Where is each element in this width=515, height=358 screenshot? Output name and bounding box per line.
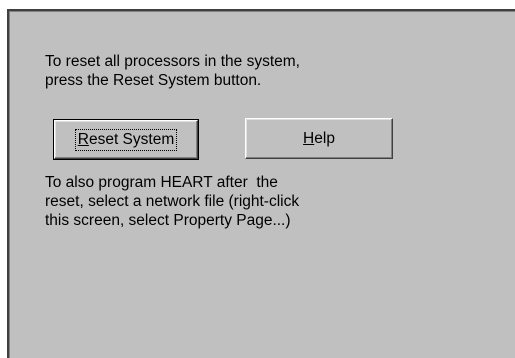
reset-system-focus-frame: Reset System xyxy=(74,128,178,151)
heart-instructions-line-2: reset, select a network file (right-clic… xyxy=(45,193,300,210)
reset-system-mnemonic: R xyxy=(77,130,89,148)
help-mnemonic: H xyxy=(303,129,315,147)
heart-instructions-line-3: this screen, select Property Page...) xyxy=(45,212,291,229)
reset-instructions-line-2: press the Reset System button. xyxy=(45,72,262,89)
heart-instructions-line-1: To also program HEART after the xyxy=(45,174,278,191)
reset-instructions: To reset all processors in the system, p… xyxy=(45,52,300,90)
help-button[interactable]: Help xyxy=(245,118,393,159)
heart-program-instructions: To also program HEART after the reset, s… xyxy=(45,173,299,230)
property-page-panel: To reset all processors in the system, p… xyxy=(7,9,515,358)
help-button-text: Help xyxy=(303,130,335,148)
reset-instructions-line-1: To reset all processors in the system, xyxy=(45,53,300,70)
reset-system-button[interactable]: Reset System xyxy=(53,119,199,160)
help-label: elp xyxy=(314,129,335,147)
reset-system-label: eset System xyxy=(88,130,175,148)
